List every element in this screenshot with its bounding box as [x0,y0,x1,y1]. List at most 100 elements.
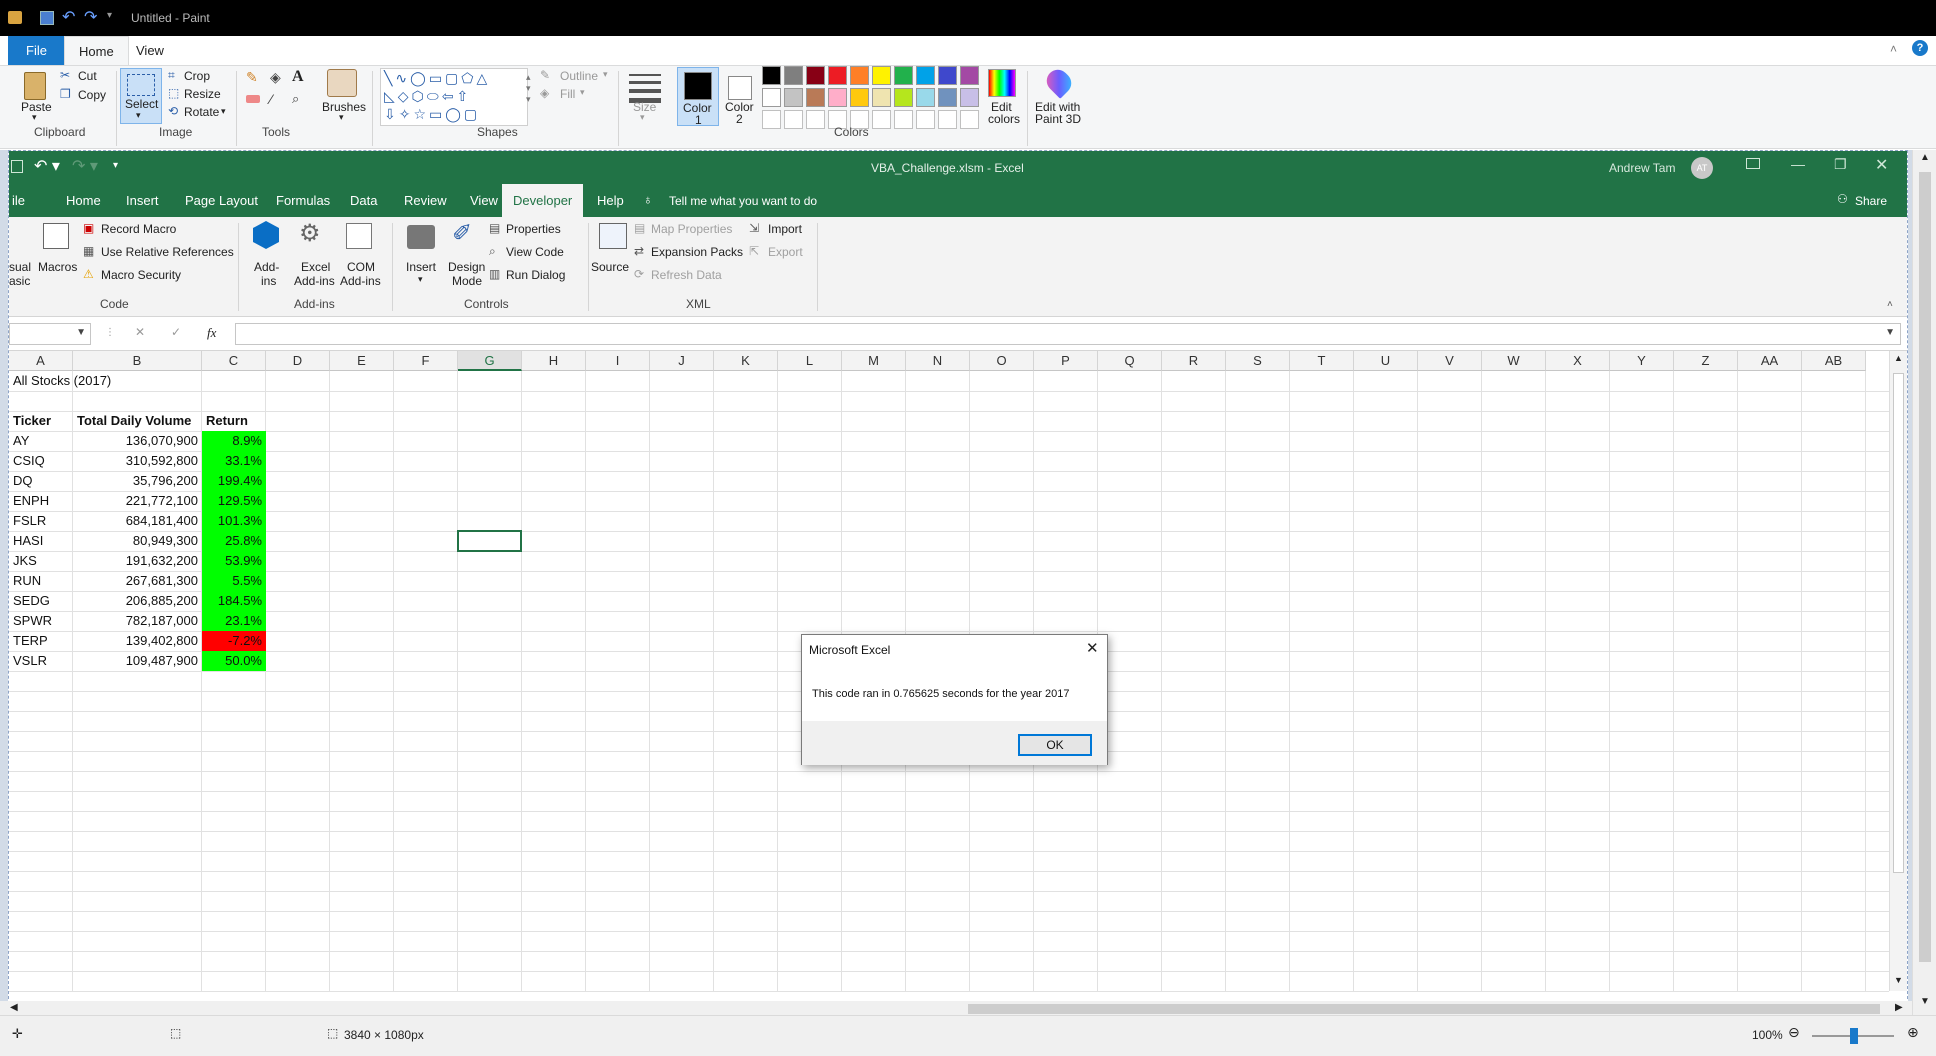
volume-cell[interactable]: 221,772,100 [73,491,202,511]
palette-swatch[interactable] [916,88,935,107]
volume-cell[interactable]: 191,632,200 [73,551,202,571]
rotate-dropdown-icon[interactable]: ▾ [221,106,226,117]
volume-cell[interactable]: 267,681,300 [73,571,202,591]
com-add-ins-label-2[interactable]: Add-ins [340,274,381,288]
paint-scroll-left-icon[interactable]: ◀ [10,1002,18,1013]
tab-file[interactable]: File [8,36,65,65]
excel-add-ins-label-1[interactable]: Excel [301,260,330,274]
volume-cell[interactable]: 109,487,900 [73,651,202,671]
column-header-n[interactable]: N [906,351,970,371]
header-cell-ticker[interactable]: Ticker [9,411,73,431]
paint-h-scroll-thumb[interactable] [968,1004,1880,1014]
use-relative-references-button[interactable]: Use Relative References [101,245,234,259]
header-cell-volume[interactable]: Total Daily Volume [73,411,202,431]
palette-swatch[interactable] [894,66,913,85]
palette-swatch[interactable] [872,66,891,85]
column-header-ab[interactable]: AB [1802,351,1866,371]
rotate-button[interactable]: Rotate [184,105,219,119]
return-cell[interactable]: 8.9% [202,431,266,451]
column-header-y[interactable]: Y [1610,351,1674,371]
edit-colors-label-2[interactable]: colors [988,112,1020,126]
palette-swatch[interactable] [850,88,869,107]
return-cell[interactable]: 50.0% [202,651,266,671]
column-header-t[interactable]: T [1290,351,1354,371]
view-code-button[interactable]: View Code [506,245,564,259]
name-box[interactable]: ▼ [9,323,91,345]
copy-button[interactable]: Copy [78,88,106,102]
column-header-a[interactable]: A [9,351,73,371]
volume-cell[interactable]: 782,187,000 [73,611,202,631]
column-header-i[interactable]: I [586,351,650,371]
palette-swatch[interactable] [938,88,957,107]
magnifier-icon[interactable]: ⌕ [292,91,299,107]
palette-swatch[interactable] [762,88,781,107]
name-box-dropdown-icon[interactable]: ▼ [76,327,86,338]
palette-swatch[interactable] [872,110,891,129]
collapse-ribbon-icon[interactable]: ˄ [1887,299,1893,310]
palette-swatch[interactable] [872,88,891,107]
tab-page-layout[interactable]: Page Layout [174,184,269,217]
scroll-down-icon[interactable]: ▼ [1894,975,1903,985]
return-cell[interactable]: 33.1% [202,451,266,471]
tab-review[interactable]: Review [393,184,458,217]
share-button[interactable]: Share [1855,194,1887,208]
excel-add-ins-label-2[interactable]: Add-ins [294,274,335,288]
paint-horizontal-scrollbar[interactable]: ◀ ▶ [0,1001,1912,1016]
column-header-x[interactable]: X [1546,351,1610,371]
minimize-icon[interactable]: — [1791,156,1805,172]
column-header-f[interactable]: F [394,351,458,371]
palette-swatch[interactable] [960,110,979,129]
visual-basic-label-1[interactable]: sual [9,260,31,274]
return-cell[interactable]: 101.3% [202,511,266,531]
volume-cell[interactable]: 684,181,400 [73,511,202,531]
text-icon[interactable]: A [292,68,304,86]
tab-insert[interactable]: Insert [115,184,170,217]
volume-cell[interactable]: 206,885,200 [73,591,202,611]
palette-swatch[interactable] [894,110,913,129]
palette-swatch[interactable] [784,66,803,85]
size-dropdown-icon[interactable]: ▾ [640,112,645,123]
insert-function-icon[interactable]: fx [207,325,216,341]
return-cell[interactable]: 199.4% [202,471,266,491]
column-header-b[interactable]: B [73,351,202,371]
return-cell[interactable]: -7.2% [202,631,266,651]
restore-icon[interactable]: ❐ [1834,156,1847,173]
ticker-cell[interactable]: AY [9,431,73,451]
expansion-packs-button[interactable]: Expansion Packs [651,245,743,259]
excel-save-icon[interactable] [11,160,23,173]
palette-swatch[interactable] [806,88,825,107]
design-mode-label-2[interactable]: Mode [452,274,482,288]
ticker-cell[interactable]: SEDG [9,591,73,611]
paint-scroll-thumb[interactable] [1919,172,1931,962]
ticker-cell[interactable]: CSIQ [9,451,73,471]
excel-quick-access-icon[interactable]: ▾ [113,160,118,171]
column-header-u[interactable]: U [1354,351,1418,371]
brushes-button[interactable]: Brushes [322,100,366,114]
tab-home[interactable]: Home [55,184,112,217]
insert-controls-button[interactable]: Insert [406,260,436,274]
line-shape-icon[interactable]: ╲∿◯▭▢⬠△ [384,70,490,86]
save-icon[interactable] [40,11,54,25]
ticker-cell[interactable]: RUN [9,571,73,591]
collapse-ribbon-icon[interactable]: ˄ [1890,42,1897,56]
column-header-o[interactable]: O [970,351,1034,371]
paint-scroll-up-icon[interactable]: ▲ [1920,152,1930,163]
import-button[interactable]: Import [768,222,802,236]
tab-help[interactable]: Help [586,184,635,217]
source-button[interactable]: Source [591,260,629,274]
ticker-cell[interactable]: SPWR [9,611,73,631]
run-dialog-button[interactable]: Run Dialog [506,268,565,282]
volume-cell[interactable]: 80,949,300 [73,531,202,551]
volume-cell[interactable]: 35,796,200 [73,471,202,491]
tab-view[interactable]: View [122,36,178,65]
column-header-c[interactable]: C [202,351,266,371]
record-macro-button[interactable]: Record Macro [101,222,176,236]
return-cell[interactable]: 5.5% [202,571,266,591]
color-1-button[interactable]: Color 1 [677,67,719,127]
scroll-thumb[interactable] [1893,373,1904,873]
palette-swatch[interactable] [828,66,847,85]
volume-cell[interactable]: 136,070,900 [73,431,202,451]
add-ins-label-1[interactable]: Add- [254,260,279,274]
pencil-icon[interactable]: ✎ [246,69,258,86]
ticker-cell[interactable]: FSLR [9,511,73,531]
